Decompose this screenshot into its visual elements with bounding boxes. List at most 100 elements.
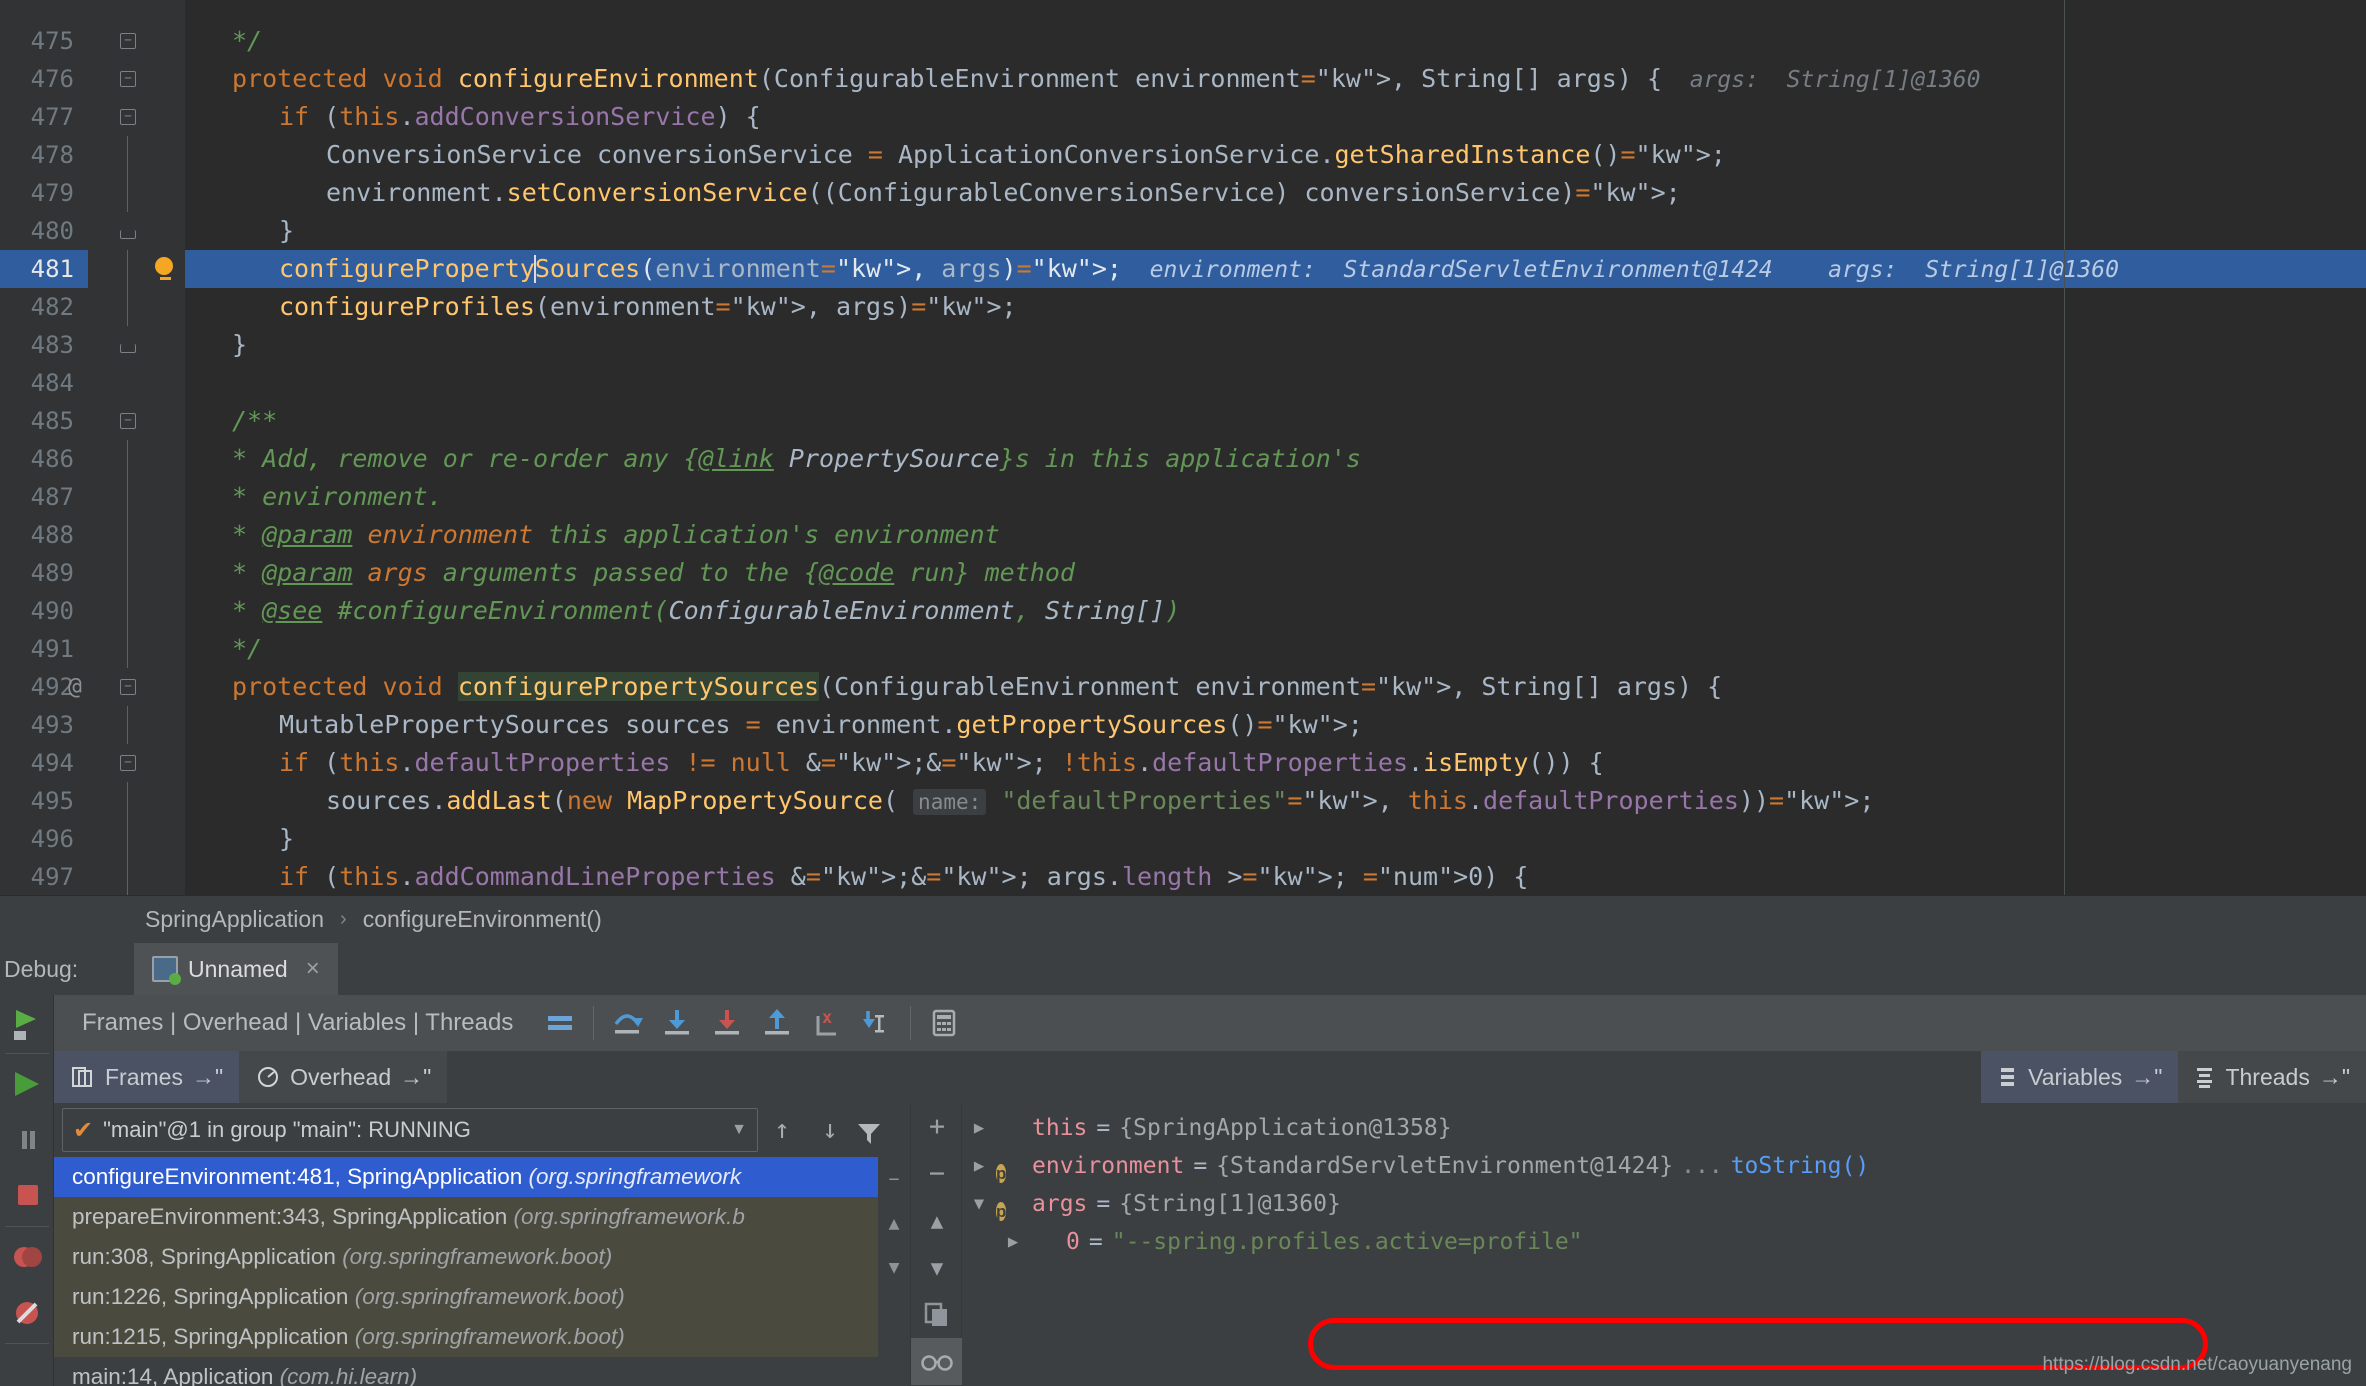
pause-button[interactable]: [0, 1112, 54, 1168]
thread-selector-dropdown[interactable]: ✔ "main"@1 in group "main": RUNNING ▼: [62, 1108, 758, 1152]
copy-button[interactable]: [911, 1291, 963, 1338]
code-line[interactable]: 493 MutablePropertySources sources = envi…: [0, 706, 2366, 744]
gutter[interactable]: [88, 288, 185, 326]
chevron-down-icon[interactable]: ▼: [731, 1121, 747, 1139]
fold-collapse-icon[interactable]: −: [120, 755, 136, 771]
fold-end-icon[interactable]: [120, 344, 136, 353]
gutter[interactable]: [88, 22, 185, 60]
call-stack-list[interactable]: configureEnvironment:481, SpringApplicat…: [54, 1157, 878, 1386]
fold-end-icon[interactable]: [120, 230, 136, 239]
chevron-right-icon[interactable]: ▶: [962, 1147, 996, 1185]
gutter[interactable]: [88, 478, 185, 516]
code-line[interactable]: 495 sources.addLast(new MapPropertySource…: [0, 782, 2366, 820]
variable-row[interactable]: ▶ p environment = {StandardServletEnvironmen…: [962, 1147, 2366, 1185]
code-line[interactable]: 476 − protected void configureEnvironment(…: [0, 60, 2366, 98]
tab-variables-pin[interactable]: →": [2131, 1064, 2162, 1091]
frame-up-button[interactable]: ↑: [758, 1115, 806, 1145]
gutter[interactable]: [88, 630, 185, 668]
drop-frame-icon[interactable]: x: [802, 995, 852, 1051]
gutter[interactable]: [88, 60, 185, 98]
gutter[interactable]: [88, 858, 185, 895]
breadcrumb-class[interactable]: SpringApplication: [145, 906, 324, 933]
step-over-icon[interactable]: [602, 995, 652, 1051]
tab-frames[interactable]: Frames →": [54, 1051, 240, 1103]
gutter[interactable]: [88, 98, 185, 136]
code-line[interactable]: 492− @ protected void configurePropertySou…: [0, 668, 2366, 706]
chevron-right-icon[interactable]: ▶: [962, 1109, 996, 1147]
code-line[interactable]: 480}: [0, 212, 2366, 250]
code-line[interactable]: 484: [0, 364, 2366, 402]
code-line[interactable]: 485 − /**: [0, 402, 2366, 440]
scroll-up-button[interactable]: ▲: [878, 1201, 910, 1245]
gutter[interactable]: [88, 554, 185, 592]
tab-frames-pin[interactable]: →": [192, 1064, 223, 1091]
code-line[interactable]: 496}: [0, 820, 2366, 858]
variable-row[interactable]: ▼ p args = {String[1]@1360}: [962, 1185, 2366, 1223]
force-step-into-icon[interactable]: [702, 995, 752, 1051]
code-line[interactable]: 489 * @param args arguments passed to the…: [0, 554, 2366, 592]
code-line[interactable]: 494 − if (this.defaultProperties != null &…: [0, 744, 2366, 782]
stack-frame-selected[interactable]: configureEnvironment:481, SpringApplicat…: [54, 1157, 878, 1197]
gutter[interactable]: [88, 516, 185, 554]
gutter[interactable]: [88, 0, 185, 22]
debug-session-tab[interactable]: Unnamed ×: [134, 943, 338, 995]
variable-tostring-link[interactable]: toString(): [1731, 1147, 1869, 1185]
fold-collapse-icon[interactable]: −: [120, 33, 136, 49]
fold-collapse-icon[interactable]: −: [120, 679, 136, 695]
run-to-cursor-icon[interactable]: [852, 995, 902, 1051]
chevron-right-icon[interactable]: ▶: [996, 1223, 1030, 1261]
gutter[interactable]: [88, 326, 185, 364]
gutter[interactable]: [88, 744, 185, 782]
gutter[interactable]: [88, 782, 185, 820]
layout-settings-icon[interactable]: [535, 995, 585, 1051]
gutter[interactable]: [88, 212, 185, 250]
stack-frame[interactable]: run:1226, SpringApplication (org.springf…: [54, 1277, 878, 1317]
gutter[interactable]: [88, 820, 185, 858]
code-line[interactable]: 477 − if (this.addConversionService) {: [0, 98, 2366, 136]
fold-collapse-icon[interactable]: −: [120, 71, 136, 87]
gutter[interactable]: [88, 706, 185, 744]
remove-watch-button[interactable]: −: [911, 1150, 963, 1197]
step-into-icon[interactable]: [652, 995, 702, 1051]
close-icon[interactable]: ×: [306, 955, 320, 983]
resume-button[interactable]: [0, 1056, 54, 1112]
code-line[interactable]: 475 − */: [0, 22, 2366, 60]
tab-overhead[interactable]: Overhead →": [239, 1051, 448, 1103]
code-line[interactable]: 482 configureProfiles(environment="kw">, …: [0, 288, 2366, 326]
code-line[interactable]: 488 * @param environment this application…: [0, 516, 2366, 554]
override-marker-icon[interactable]: @: [68, 668, 82, 706]
tab-overhead-pin[interactable]: →": [400, 1064, 431, 1091]
fold-collapse-icon[interactable]: −: [120, 413, 136, 429]
tab-threads[interactable]: Threads →": [2178, 1051, 2366, 1103]
code-editor[interactable]: 475 − */ 476 − protected void configureEnviro…: [0, 0, 2366, 895]
frames-scrollbar[interactable]: − ▲ ▼: [878, 1157, 910, 1386]
step-out-icon[interactable]: [752, 995, 802, 1051]
evaluate-expression-icon[interactable]: [919, 995, 969, 1051]
variable-row-highlighted[interactable]: ▶ 0 = "--spring.profiles.active=profile": [962, 1223, 2366, 1261]
mute-breakpoints-button[interactable]: [0, 1285, 54, 1341]
breadcrumb[interactable]: SpringApplication › configureEnvironment…: [0, 895, 2366, 943]
stack-frame[interactable]: main:14, Application (com.hi.learn): [54, 1357, 878, 1386]
tab-threads-pin[interactable]: →": [2319, 1064, 2350, 1091]
tab-variables[interactable]: Variables →": [1981, 1051, 2179, 1103]
code-line[interactable]: 487 * environment.: [0, 478, 2366, 516]
code-line[interactable]: 478 ConversionService conversionService =…: [0, 136, 2366, 174]
scroll-collapse-button[interactable]: −: [878, 1157, 910, 1201]
variable-row[interactable]: ▶ this = {SpringApplication@1358}: [962, 1109, 2366, 1147]
gutter[interactable]: [88, 440, 185, 478]
stop-button[interactable]: [0, 1168, 54, 1224]
code-line[interactable]: 491 */: [0, 630, 2366, 668]
stack-frame[interactable]: prepareEnvironment:343, SpringApplicatio…: [54, 1197, 878, 1237]
intention-bulb-icon[interactable]: [155, 257, 175, 281]
move-down-button[interactable]: ▼: [911, 1244, 963, 1291]
gutter[interactable]: [88, 136, 185, 174]
gutter[interactable]: [88, 592, 185, 630]
settings-button[interactable]: [911, 1338, 963, 1385]
gutter[interactable]: [88, 402, 185, 440]
variables-pane[interactable]: ▶ this = {SpringApplication@1358} ▶ p environm…: [962, 1103, 2366, 1386]
fold-collapse-icon[interactable]: −: [120, 109, 136, 125]
add-watch-button[interactable]: +: [911, 1103, 963, 1150]
stack-frame[interactable]: run:1215, SpringApplication (org.springf…: [54, 1317, 878, 1357]
code-line[interactable]: 497 if (this.addCommandLineProperties &="…: [0, 858, 2366, 895]
frame-down-button[interactable]: ↓: [806, 1115, 854, 1145]
